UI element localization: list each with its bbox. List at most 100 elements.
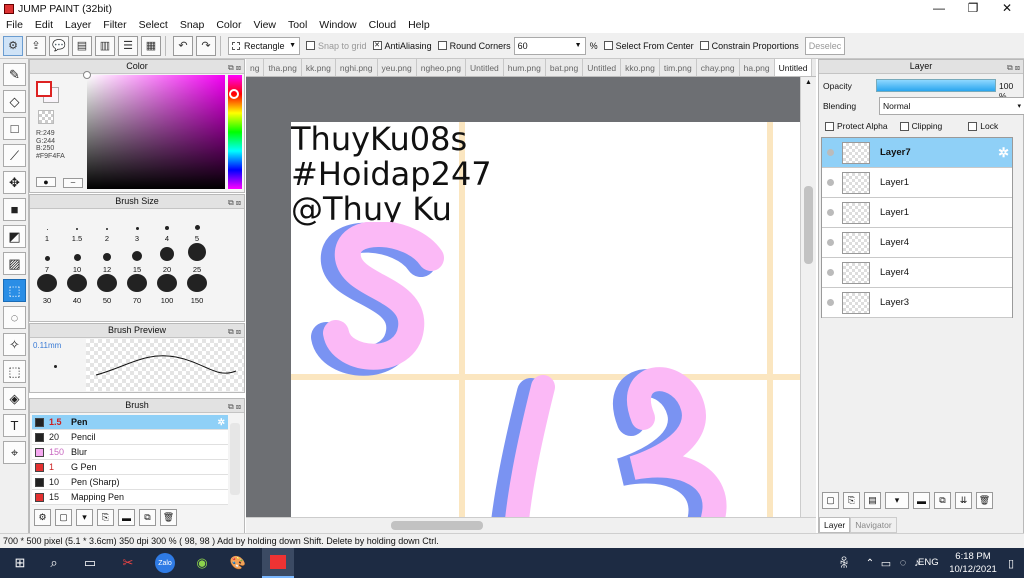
- brush-size-item[interactable]: 40: [62, 274, 92, 305]
- copy-brush-icon[interactable]: ⎘: [97, 509, 114, 526]
- paint-icon[interactable]: 🎨: [228, 553, 248, 573]
- copy-layer-icon[interactable]: ⎘: [843, 492, 860, 509]
- brush-item-pen[interactable]: 1.5 Pen ✲: [32, 415, 228, 430]
- text-tool-icon[interactable]: T: [3, 414, 26, 437]
- brush-size-item[interactable]: 150: [182, 274, 212, 305]
- grid-settings-icon[interactable]: ▦: [141, 35, 161, 56]
- vertical-scroll-thumb[interactable]: [804, 186, 813, 264]
- redo-icon[interactable]: ↷: [196, 35, 216, 56]
- eyedropper-tool-icon[interactable]: ⌖: [3, 441, 26, 464]
- tab-layer[interactable]: Layer: [819, 517, 851, 533]
- select-from-center-checkbox[interactable]: Select From Center: [603, 41, 694, 51]
- duplicate-icon[interactable]: ⧉: [139, 509, 156, 526]
- share-icon[interactable]: ⇪: [26, 35, 46, 56]
- hue-slider[interactable]: [228, 75, 242, 189]
- panel-options-icon[interactable]: ⧉ ⊠: [228, 325, 241, 338]
- brush-menu-icon[interactable]: ▾: [76, 509, 93, 526]
- canvas-area[interactable]: ThuyKu08s #Hoidap247 @Thụy Ku: [246, 77, 802, 517]
- menu-color[interactable]: Color: [210, 19, 247, 31]
- brush-item-blur[interactable]: 150 Blur: [32, 445, 228, 460]
- app-icon-snipping[interactable]: ✂: [118, 553, 138, 573]
- constrain-proportions-checkbox[interactable]: Constrain Proportions: [699, 41, 799, 51]
- brush-item-mapping-pen[interactable]: 15 Mapping Pen: [32, 490, 228, 505]
- jump-paint-taskbar-icon[interactable]: [262, 548, 294, 578]
- trash-icon[interactable]: 🗑: [160, 509, 177, 526]
- panel-options-icon[interactable]: ⧉ ⊠: [228, 196, 241, 209]
- trash-icon[interactable]: 🗑: [976, 492, 993, 509]
- layer-row[interactable]: Layer3: [822, 288, 1012, 318]
- brush-size-item[interactable]: 1.5: [62, 212, 92, 243]
- brush-item-pen-sharp[interactable]: 10 Pen (Sharp): [32, 475, 228, 490]
- layer-doc-icon[interactable]: ▤: [864, 492, 881, 509]
- document-icon[interactable]: ▥: [95, 35, 115, 56]
- visibility-icon[interactable]: [827, 299, 834, 306]
- comment-icon[interactable]: 💬: [49, 35, 69, 56]
- brush-size-item[interactable]: 70: [122, 274, 152, 305]
- clock-date[interactable]: 10/12/2021: [944, 564, 1002, 575]
- select-pen-tool-icon[interactable]: ⬚: [3, 360, 26, 383]
- hue-handle[interactable]: [229, 89, 239, 99]
- brush-size-item[interactable]: 25: [182, 243, 212, 274]
- doc-tab[interactable]: chay.png: [697, 59, 740, 76]
- horizontal-scrollbar[interactable]: [246, 517, 816, 533]
- close-button[interactable]: ✕: [990, 0, 1024, 16]
- tab-prev-icon[interactable]: ◂: [814, 59, 816, 76]
- new-brush-icon[interactable]: ▢: [55, 509, 72, 526]
- undo-icon[interactable]: ↶: [173, 35, 193, 56]
- line-tool-icon[interactable]: ⟋: [3, 144, 26, 167]
- lock-checkbox[interactable]: Lock: [968, 121, 998, 131]
- swap-color-icon[interactable]: ⎯: [63, 177, 84, 188]
- layer-row[interactable]: Layer1: [822, 198, 1012, 228]
- doc-tab[interactable]: tim.png: [660, 59, 697, 76]
- picker-handle[interactable]: [83, 71, 91, 79]
- visibility-icon[interactable]: [827, 209, 834, 216]
- horizontal-scroll-thumb[interactable]: [391, 521, 483, 530]
- menu-help[interactable]: Help: [402, 19, 436, 31]
- antialiasing-checkbox[interactable]: ✕ AntiAliasing: [372, 41, 432, 51]
- layer-row[interactable]: Layer4: [822, 258, 1012, 288]
- merge-icon[interactable]: ⇊: [955, 492, 972, 509]
- brush-size-item[interactable]: 12: [92, 243, 122, 274]
- notification-icon[interactable]: ▯: [1001, 553, 1021, 573]
- gear-icon[interactable]: ✲: [998, 145, 1009, 161]
- select-tool-icon[interactable]: ⬚: [3, 279, 26, 302]
- brush-size-item[interactable]: 7: [32, 243, 62, 274]
- protect-alpha-checkbox[interactable]: Protect Alpha: [825, 121, 888, 131]
- doc-tab[interactable]: ng: [246, 59, 265, 76]
- new-layer-icon[interactable]: ▢: [822, 492, 839, 509]
- menu-view[interactable]: View: [247, 19, 282, 31]
- doc-tab[interactable]: Untitled: [466, 59, 504, 76]
- brush-size-item[interactable]: 2: [92, 212, 122, 243]
- doc-tab[interactable]: kko.png: [621, 59, 660, 76]
- doc-tab[interactable]: kk.png: [302, 59, 336, 76]
- fill-rect-tool-icon[interactable]: ■: [3, 198, 26, 221]
- vertical-scrollbar[interactable]: ▲: [800, 77, 816, 517]
- document-canvas[interactable]: ThuyKu08s #Hoidap247 @Thụy Ku: [291, 122, 802, 517]
- duplicate-icon[interactable]: ⧉: [934, 492, 951, 509]
- clipping-checkbox[interactable]: Clipping: [899, 121, 942, 131]
- brush-size-item[interactable]: 30: [32, 274, 62, 305]
- layer-row[interactable]: Layer7 ✲: [822, 138, 1012, 168]
- menu-snap[interactable]: Snap: [174, 19, 211, 31]
- task-view-icon[interactable]: ▭: [80, 553, 100, 573]
- panel-options-icon[interactable]: ⧉ ⊠: [228, 400, 241, 413]
- select-eraser-tool-icon[interactable]: ◈: [3, 387, 26, 410]
- panel-options-icon[interactable]: ⧉ ⊠: [228, 61, 241, 74]
- brush-size-item[interactable]: 15: [122, 243, 152, 274]
- layer-row[interactable]: Layer4: [822, 228, 1012, 258]
- folder-icon[interactable]: ▬: [118, 509, 135, 526]
- opacity-slider[interactable]: [876, 79, 996, 92]
- doc-tab[interactable]: hum.png: [504, 59, 546, 76]
- brush-size-item[interactable]: 5: [182, 212, 212, 243]
- clock-time[interactable]: 6:18 PM: [950, 551, 996, 562]
- gear-icon[interactable]: ✲: [217, 417, 225, 428]
- brush-list-scrollbar[interactable]: [230, 423, 240, 495]
- app-icon-green[interactable]: ◉: [192, 553, 212, 573]
- gradient-tool-icon[interactable]: ▨: [3, 252, 26, 275]
- doc-tab-active[interactable]: Untitled: [774, 59, 813, 76]
- brush-size-item[interactable]: 4: [152, 212, 182, 243]
- foreground-color-swatch[interactable]: [36, 81, 52, 97]
- visibility-icon[interactable]: [827, 239, 834, 246]
- tab-navigator[interactable]: Navigator: [850, 517, 897, 533]
- magic-wand-tool-icon[interactable]: ✧: [3, 333, 26, 356]
